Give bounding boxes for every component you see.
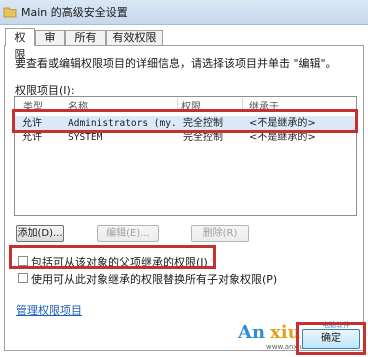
- highlight-box: [9, 245, 216, 269]
- edit-button[interactable]: 编辑(E)...: [97, 225, 159, 242]
- add-button[interactable]: 添加(D)...: [16, 225, 64, 242]
- permissions-description: 要查看或编辑权限项目的详细信息，请选择该项目并单击 "编辑"。: [15, 57, 337, 70]
- watermark-logo: An: [238, 322, 266, 343]
- tab-permissions[interactable]: 权限: [5, 28, 35, 61]
- highlight-box: [296, 322, 366, 355]
- highlight-box: [12, 109, 358, 133]
- tab-effective-permissions[interactable]: 有效权限: [106, 30, 163, 45]
- remove-button[interactable]: 删除(R): [191, 225, 249, 242]
- manage-permission-entries-link[interactable]: 管理权限项目: [16, 302, 82, 318]
- tab-auditing[interactable]: 审核: [35, 30, 65, 58]
- window-title: Main 的高级安全设置: [21, 6, 128, 19]
- replace-child-permissions-checkbox[interactable]: [18, 273, 28, 283]
- folder-icon: [3, 5, 17, 19]
- replace-child-permissions-label[interactable]: 使用可从此对象继承的权限替换所有子对象权限(P): [31, 271, 277, 287]
- tab-owner[interactable]: 所有者: [65, 30, 106, 58]
